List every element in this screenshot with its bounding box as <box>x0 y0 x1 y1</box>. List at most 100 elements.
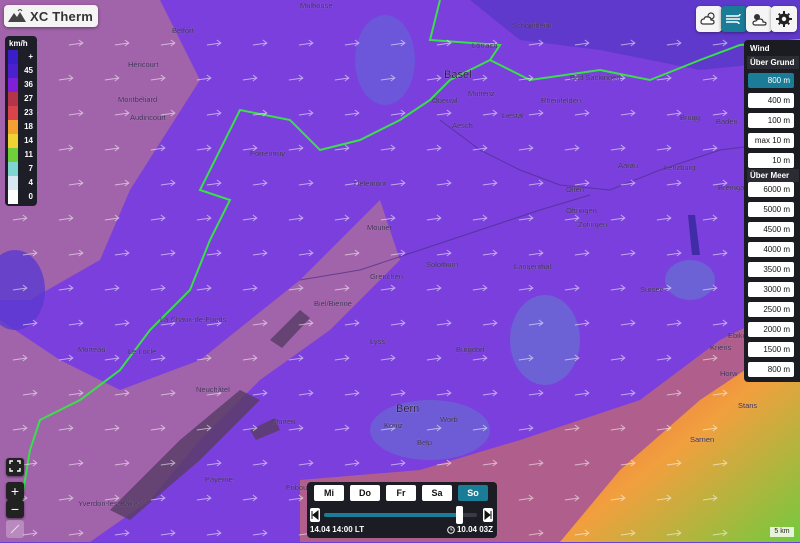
city-label: Lörrach <box>472 41 497 50</box>
legend-label: 18 <box>24 122 33 131</box>
map-attribution-toggle[interactable] <box>6 520 24 538</box>
legend-unit: km/h <box>9 39 28 48</box>
city-label: Lyss <box>370 337 385 346</box>
app-logo[interactable]: XC Therm <box>4 5 98 27</box>
sun-cloud-icon <box>752 14 767 26</box>
city-label: Morteau <box>78 345 106 354</box>
legend-swatch <box>8 162 18 176</box>
altitude-option[interactable]: 5000 m <box>748 202 794 217</box>
city-label: Belp <box>417 438 432 447</box>
altitude-option[interactable]: max 10 m <box>748 133 794 148</box>
day-button[interactable]: Fr <box>386 485 416 501</box>
time-slider-handle[interactable] <box>455 506 463 524</box>
legend-label: 11 <box>24 150 33 159</box>
city-label: Worb <box>440 415 458 424</box>
day-button[interactable]: Mi <box>314 485 344 501</box>
step-back-icon <box>311 509 319 521</box>
city-label: Oberwil <box>432 96 458 105</box>
time-slider-track[interactable] <box>324 506 477 524</box>
altitude-option[interactable]: 800 m <box>748 73 794 88</box>
city-label: Muttenz <box>468 89 495 98</box>
altitude-option[interactable]: 400 m <box>748 93 794 108</box>
wind-map[interactable]: Basel Bern Belfort Mulhouse Schopfheim Lörrac… <box>0 0 800 542</box>
legend-swatch <box>8 64 18 78</box>
altitude-option[interactable]: 6000 m <box>748 182 794 197</box>
panel-title: Wind <box>747 42 799 55</box>
city-label: Oftringen <box>566 206 597 215</box>
city-label: Langenthal <box>514 262 551 271</box>
altitude-option[interactable]: 1500 m <box>748 342 794 357</box>
model-run-label: 10.04 03Z <box>456 525 493 534</box>
day-button[interactable]: So <box>458 485 488 501</box>
altitude-option[interactable]: 2000 m <box>748 322 794 337</box>
time-slider-fill <box>324 513 459 517</box>
city-label: Héricourt <box>128 60 159 69</box>
cloud-sun-icon <box>700 12 715 25</box>
city-label: Basel <box>444 69 472 81</box>
legend-label: + <box>28 52 33 61</box>
city-label: Liestal <box>502 111 524 120</box>
city-label: Sarnen <box>690 435 714 444</box>
day-button[interactable]: Sa <box>422 485 452 501</box>
settings-button[interactable] <box>771 6 797 32</box>
wind-button[interactable] <box>721 6 747 32</box>
city-label: Solothurn <box>426 260 458 269</box>
city-label: Biel/Bienne <box>314 299 352 308</box>
wind-zone-blob <box>665 260 715 300</box>
settings-icon <box>776 11 792 27</box>
altitude-option[interactable]: 3500 m <box>748 262 794 277</box>
legend-swatch <box>8 120 18 134</box>
city-label: Le Locle <box>128 347 156 356</box>
city-label: Sursee <box>640 285 664 294</box>
city-label: Köniz <box>384 421 403 430</box>
sun-cloud-button[interactable] <box>746 6 772 32</box>
city-label: Burgdorf <box>456 345 486 354</box>
msl-section-label: Über Meer <box>747 169 799 182</box>
current-time: 14.04 14:00 LT <box>310 525 365 534</box>
plus-icon: + <box>10 483 20 499</box>
fullscreen-icon <box>9 460 21 472</box>
legend-swatch <box>8 148 18 162</box>
city-label: Lenzburg <box>664 163 695 172</box>
city-label: Mulhouse <box>300 1 333 10</box>
altitude-option[interactable]: 100 m <box>748 113 794 128</box>
legend-label: 23 <box>24 108 33 117</box>
altitude-option[interactable]: 4500 m <box>748 222 794 237</box>
minus-icon: − <box>10 501 20 517</box>
step-forward-button[interactable] <box>483 508 493 522</box>
legend-label: 36 <box>24 80 33 89</box>
map-scale: 5 km <box>770 527 794 537</box>
city-label: La Chaux-de-Fonds <box>160 315 227 324</box>
step-back-button[interactable] <box>310 508 320 522</box>
expand-icon <box>10 524 20 534</box>
legend-swatch <box>8 176 18 190</box>
city-label: Kriens <box>710 343 732 352</box>
legend-swatch <box>8 78 18 92</box>
city-label: Belfort <box>172 26 195 35</box>
city-label: Horw <box>720 369 738 378</box>
city-label: Payerne <box>205 475 233 484</box>
cloud-sun-button[interactable] <box>696 6 722 32</box>
city-label: Audincourt <box>130 113 167 122</box>
wind-zone-blob <box>355 15 415 105</box>
altitude-option[interactable]: 10 m <box>748 153 794 168</box>
legend-swatch <box>8 134 18 148</box>
zoom-out-button[interactable]: − <box>6 500 24 518</box>
zoom-in-button[interactable]: + <box>6 482 24 500</box>
city-label: Stans <box>738 401 757 410</box>
legend-label: 4 <box>28 178 33 187</box>
legend-label: 0 <box>28 192 33 201</box>
altitude-option[interactable]: 2500 m <box>748 302 794 317</box>
city-label: Yverdon-les-Bains <box>78 499 139 508</box>
city-label: Delémont <box>354 179 387 188</box>
wind-speed-legend: km/h +45 36 27 23 18 14 11 7 4 0 <box>5 36 37 206</box>
city-label: Moutier <box>367 223 393 232</box>
legend-label: 45 <box>24 66 33 75</box>
altitude-option[interactable]: 800 m <box>748 362 794 377</box>
altitude-option[interactable]: 4000 m <box>748 242 794 257</box>
day-button[interactable]: Do <box>350 485 380 501</box>
fullscreen-button[interactable] <box>6 458 24 476</box>
clock-icon <box>447 525 455 534</box>
city-label: Aesch <box>452 121 473 130</box>
altitude-option[interactable]: 3000 m <box>748 282 794 297</box>
